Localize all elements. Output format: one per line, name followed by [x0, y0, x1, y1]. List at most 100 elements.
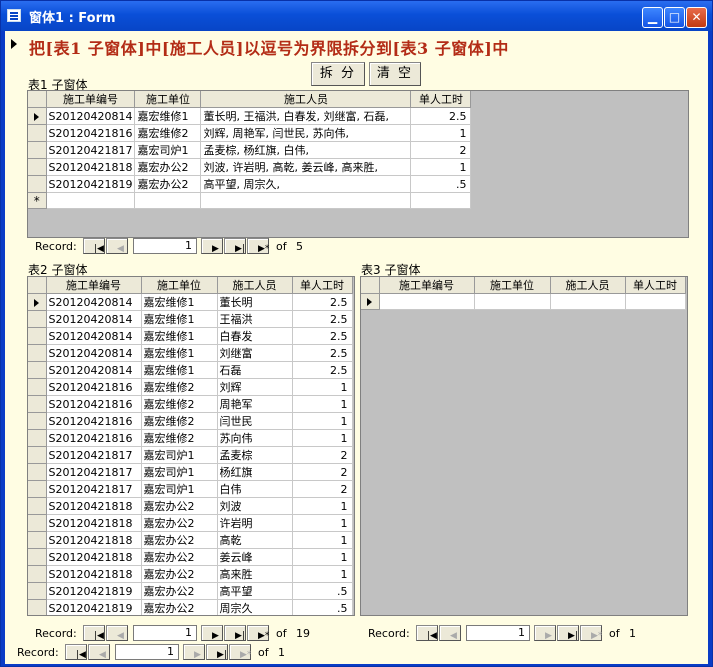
table-cell[interactable]: 1 — [292, 412, 353, 430]
table-cell[interactable]: 许岩明 — [217, 514, 293, 532]
table-cell[interactable]: 王福洪 — [217, 310, 293, 328]
last-record-button[interactable]: ▶| — [557, 625, 579, 641]
record-selector[interactable] — [28, 344, 47, 362]
table-row[interactable]: S20120420814 嘉宏维修1 白春发 2.5 — [28, 327, 353, 345]
table-cell[interactable]: 1 — [410, 158, 472, 176]
first-record-button[interactable]: |◀ — [416, 625, 438, 641]
table-cell[interactable]: S20120420814 — [46, 107, 136, 125]
table-row[interactable]: S20120421816 嘉宏维修2 刘辉 1 — [28, 378, 353, 396]
table-cell[interactable] — [200, 192, 412, 209]
current-record-field[interactable]: 1 — [466, 625, 530, 641]
table-cell[interactable]: 1 — [292, 514, 353, 532]
table-cell[interactable]: 嘉宏办公2 — [141, 599, 218, 615]
table-cell[interactable] — [134, 192, 202, 209]
current-record-field[interactable]: 1 — [133, 238, 197, 254]
table-cell[interactable]: S20120421819 — [46, 175, 136, 193]
table-cell[interactable]: S20120421816 — [46, 378, 142, 396]
table-cell[interactable]: S20120421818 — [46, 548, 142, 566]
maximize-button[interactable]: □ — [664, 7, 685, 28]
table-cell[interactable]: 高平望, 周宗久, — [200, 175, 412, 193]
record-selector[interactable] — [28, 548, 47, 566]
record-selector[interactable] — [28, 531, 47, 549]
table-cell[interactable]: 嘉宏维修1 — [141, 361, 218, 379]
table-cell[interactable]: 2.5 — [292, 344, 353, 362]
column-header[interactable]: 施工单编号 — [46, 91, 136, 108]
table-row[interactable]: S20120421816 嘉宏维修2 刘辉, 周艳军, 闫世民, 苏向伟, 1 — [28, 124, 472, 142]
column-header[interactable]: 单人工时 — [292, 277, 353, 294]
current-record-field[interactable]: 1 — [115, 644, 179, 660]
column-header[interactable]: 施工单位 — [134, 91, 202, 108]
new-record-button[interactable]: ▶* — [580, 625, 602, 641]
last-record-button[interactable]: ▶| — [206, 644, 228, 660]
clear-button[interactable]: 清 空 — [369, 62, 421, 86]
table-cell[interactable]: S20120421816 — [46, 395, 142, 413]
table-cell[interactable]: 高平望 — [217, 582, 293, 600]
table3-subform[interactable]: 施工单编号 施工单位 施工人员 单人工时 — [360, 276, 688, 616]
close-button[interactable]: ✕ — [686, 7, 707, 28]
record-selector[interactable] — [28, 446, 47, 464]
column-header[interactable]: 单人工时 — [625, 277, 686, 294]
table-row[interactable]: S20120420814 嘉宏维修1 石磊 2.5 — [28, 361, 353, 379]
table-row[interactable]: S20120421816 嘉宏维修2 苏向伟 1 — [28, 429, 353, 447]
table-row[interactable]: S20120420814 嘉宏维修1 董长明 2.5 — [28, 293, 353, 311]
record-selector[interactable] — [28, 463, 47, 481]
record-selector[interactable] — [28, 327, 47, 345]
column-header[interactable]: 施工单位 — [141, 277, 218, 294]
table-cell[interactable]: 嘉宏维修1 — [141, 344, 218, 362]
new-record-row[interactable]: * — [28, 192, 472, 209]
table-cell[interactable]: 白春发 — [217, 327, 293, 345]
minimize-button[interactable]: ▁ — [642, 7, 663, 28]
table-cell[interactable]: 1 — [292, 378, 353, 396]
record-selector[interactable] — [28, 107, 47, 125]
table-cell[interactable]: 1 — [292, 565, 353, 583]
table-cell[interactable]: 1 — [292, 548, 353, 566]
table-cell[interactable]: S20120421818 — [46, 531, 142, 549]
record-selector[interactable] — [28, 412, 47, 430]
previous-record-button[interactable]: ◀ — [106, 238, 128, 254]
table-cell[interactable]: 嘉宏司炉1 — [141, 446, 218, 464]
column-header[interactable]: 施工人员 — [550, 277, 626, 294]
table-cell[interactable]: 2.5 — [410, 107, 472, 125]
record-selector[interactable] — [28, 124, 47, 142]
table-cell[interactable]: 嘉宏维修1 — [141, 310, 218, 328]
table-cell[interactable]: S20120421818 — [46, 514, 142, 532]
table-cell[interactable]: 周艳军 — [217, 395, 293, 413]
table-cell[interactable]: 高乾 — [217, 531, 293, 549]
previous-record-button[interactable]: ◀ — [88, 644, 110, 660]
table-cell[interactable] — [625, 293, 686, 310]
column-header[interactable]: 施工单编号 — [379, 277, 475, 294]
new-record-button[interactable]: ▶* — [247, 625, 269, 641]
table-row[interactable]: S20120421818 嘉宏办公2 刘波, 许岩明, 高乾, 姜云峰, 高来胜, 1 — [28, 158, 472, 176]
table-cell[interactable] — [46, 192, 136, 209]
table-cell[interactable]: S20120421817 — [46, 446, 142, 464]
table-row[interactable]: S20120421816 嘉宏维修2 闫世民 1 — [28, 412, 353, 430]
table-cell[interactable]: 2 — [410, 141, 472, 159]
table-cell[interactable]: 嘉宏司炉1 — [141, 480, 218, 498]
table-cell[interactable] — [379, 293, 475, 310]
column-header[interactable]: 施工单编号 — [46, 277, 142, 294]
record-selector[interactable] — [28, 378, 47, 396]
table-cell[interactable]: 刘波, 许岩明, 高乾, 姜云峰, 高来胜, — [200, 158, 412, 176]
column-header[interactable]: 施工人员 — [200, 91, 412, 108]
table-cell[interactable] — [474, 293, 551, 310]
table-cell[interactable]: 董长明, 王福洪, 白春发, 刘继富, 石磊, — [200, 107, 412, 125]
table-row[interactable]: S20120421817 嘉宏司炉1 孟麦棕 2 — [28, 446, 353, 464]
new-record-button[interactable]: ▶* — [229, 644, 251, 660]
title-bar[interactable]: 窗体1 : Form ▁ □ ✕ — [1, 1, 712, 31]
table-cell[interactable] — [410, 192, 472, 209]
table-cell[interactable]: 周宗久 — [217, 599, 293, 615]
table-cell[interactable]: 嘉宏司炉1 — [141, 463, 218, 481]
table-cell[interactable]: 嘉宏维修1 — [141, 293, 218, 311]
table-cell[interactable]: 嘉宏办公2 — [141, 582, 218, 600]
table-row[interactable]: S20120421818 嘉宏办公2 高来胜 1 — [28, 565, 353, 583]
table-cell[interactable]: 1 — [292, 429, 353, 447]
next-record-button[interactable]: ▶ — [534, 625, 556, 641]
table-cell[interactable]: S20120420814 — [46, 344, 142, 362]
current-record-field[interactable]: 1 — [133, 625, 197, 641]
table-cell[interactable]: S20120421816 — [46, 429, 142, 447]
split-button[interactable]: 拆 分 — [311, 62, 365, 86]
table-cell[interactable]: S20120421819 — [46, 582, 142, 600]
previous-record-button[interactable]: ◀ — [439, 625, 461, 641]
record-selector[interactable] — [28, 175, 47, 193]
table-cell[interactable]: 嘉宏维修2 — [141, 378, 218, 396]
